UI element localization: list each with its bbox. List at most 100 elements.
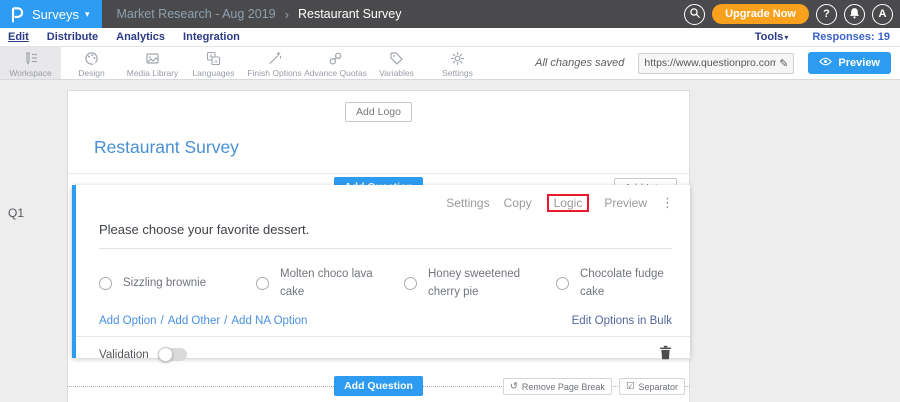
page-break-controls: ↺ Remove Page Break ☑ Separator: [503, 378, 685, 395]
tool-workspace[interactable]: Workspace: [0, 47, 61, 79]
responses-link[interactable]: Responses: 19: [812, 31, 890, 43]
option-links-row: Add Option / Add Other / Add NA Option Edit …: [99, 315, 672, 327]
add-option-links: Add Option / Add Other / Add NA Option: [99, 315, 307, 327]
questionpro-logo-icon: [9, 6, 24, 23]
add-logo-button[interactable]: Add Logo: [345, 102, 412, 122]
chevron-down-icon: ▾: [784, 33, 788, 42]
page-break-row: Add Question ↺ Remove Page Break ☑ Separ…: [67, 376, 690, 396]
gear-icon: [449, 50, 466, 67]
notifications-button[interactable]: [844, 4, 865, 25]
answer-option: Honey sweetened cherry pie: [404, 266, 556, 302]
search-icon: [689, 7, 701, 22]
toggle-knob: [158, 347, 173, 362]
tab-analytics[interactable]: Analytics: [116, 31, 165, 43]
checkbox-checked-icon: ☑: [626, 381, 635, 392]
breadcrumb-separator: ›: [285, 7, 289, 22]
survey-url-input[interactable]: [644, 57, 776, 69]
tab-distribute[interactable]: Distribute: [47, 31, 98, 43]
question-copy-button[interactable]: Copy: [504, 196, 532, 210]
upgrade-now-button[interactable]: Upgrade Now: [712, 4, 809, 24]
validation-label: Validation: [99, 349, 149, 361]
radio-button[interactable]: [404, 277, 417, 290]
link-separator: /: [224, 315, 227, 327]
radio-button[interactable]: [99, 277, 112, 290]
add-other-link[interactable]: Add Other: [168, 315, 220, 327]
tool-variables[interactable]: Variables: [366, 47, 427, 79]
tools-menu[interactable]: Tools ▾: [755, 31, 789, 43]
radio-button[interactable]: [556, 277, 569, 290]
answer-option: Sizzling brownie: [99, 266, 256, 302]
eye-icon: [819, 57, 832, 69]
avatar[interactable]: A: [872, 4, 893, 25]
tool-advance-quotas[interactable]: Advance Quotas: [305, 47, 366, 79]
tool-label: Finish Options: [247, 68, 301, 78]
add-question-button-bottom[interactable]: Add Question: [334, 376, 423, 396]
builder-toolbar: Workspace Design Media Library: [0, 47, 900, 80]
option-label[interactable]: Molten choco lava cake: [280, 266, 380, 302]
edit-url-pencil-icon[interactable]: ✎: [779, 57, 788, 70]
question-text-field: Please choose your favorite dessert.: [99, 221, 672, 249]
remove-page-break-button[interactable]: ↺ Remove Page Break: [503, 378, 612, 395]
add-option-link[interactable]: Add Option: [99, 315, 157, 327]
edit-options-in-bulk-link[interactable]: Edit Options in Bulk: [572, 315, 672, 327]
answer-option: Molten choco lava cake: [256, 266, 404, 302]
question-preview-button[interactable]: Preview: [604, 196, 647, 210]
magic-wand-icon: [266, 50, 283, 67]
translate-icon: A a: [205, 50, 222, 67]
breadcrumb: Market Research - Aug 2019 › Restaurant …: [117, 7, 402, 22]
tab-integration[interactable]: Integration: [183, 31, 240, 43]
tool-design[interactable]: Design: [61, 47, 122, 79]
topbar-actions: Upgrade Now ? A: [684, 4, 900, 25]
tool-label: Media Library: [127, 68, 179, 78]
option-label[interactable]: Sizzling brownie: [123, 275, 206, 293]
tools-label: Tools: [755, 31, 784, 43]
answer-options: Sizzling brownie Molten choco lava cake …: [99, 266, 690, 302]
survey-title[interactable]: Restaurant Survey: [94, 137, 689, 158]
question-logic-button[interactable]: Logic: [547, 194, 590, 212]
survey-url-box: ✎: [638, 53, 794, 74]
tool-label: Advance Quotas: [304, 68, 367, 78]
trash-icon: [659, 345, 672, 365]
surveys-app-menu[interactable]: Surveys ▾: [0, 0, 102, 28]
svg-text:A: A: [209, 54, 213, 60]
tool-label: Design: [78, 68, 104, 78]
question-card: Settings Copy Logic Preview ⋮ Please cho…: [72, 185, 690, 358]
bell-icon: [849, 7, 860, 22]
separator-toggle-button[interactable]: ☑ Separator: [619, 378, 685, 395]
quota-links-icon: [327, 50, 344, 67]
preview-button[interactable]: Preview: [808, 52, 891, 74]
question-settings-button[interactable]: Settings: [446, 196, 489, 210]
help-button[interactable]: ?: [816, 4, 837, 25]
tool-settings[interactable]: Settings: [427, 47, 488, 79]
tag-icon: [388, 50, 405, 67]
delete-question-button[interactable]: [659, 345, 672, 365]
tool-label: Workspace: [9, 68, 51, 78]
preview-label: Preview: [838, 57, 880, 69]
palette-icon: [83, 50, 100, 67]
page-break-icon: ↺: [510, 381, 518, 392]
top-bar: Surveys ▾ Market Research - Aug 2019 › R…: [0, 0, 900, 28]
question-text[interactable]: Please choose your favorite dessert.: [99, 222, 309, 237]
breadcrumb-current: Restaurant Survey: [298, 7, 402, 21]
breadcrumb-parent-link[interactable]: Market Research - Aug 2019: [117, 7, 276, 21]
link-separator: /: [161, 315, 164, 327]
kebab-menu-icon[interactable]: ⋮: [661, 195, 674, 211]
validation-toggle[interactable]: [159, 348, 187, 361]
save-status: All changes saved: [535, 57, 624, 69]
tool-languages[interactable]: A a Languages: [183, 47, 244, 79]
radio-button[interactable]: [256, 277, 269, 290]
tool-media-library[interactable]: Media Library: [122, 47, 183, 79]
app-menu-label: Surveys: [32, 7, 79, 22]
option-label[interactable]: Chocolate fudge cake: [580, 266, 680, 302]
chevron-down-icon: ▾: [85, 9, 90, 20]
add-na-option-link[interactable]: Add NA Option: [231, 315, 307, 327]
validation-row: Validation: [76, 336, 690, 365]
toolbar-right: All changes saved ✎ Preview: [535, 47, 900, 79]
search-button[interactable]: [684, 4, 705, 25]
tool-finish-options[interactable]: Finish Options: [244, 47, 305, 79]
question-number-label: Q1: [8, 206, 24, 220]
tab-edit[interactable]: Edit: [8, 31, 29, 43]
question-menu: Settings Copy Logic Preview ⋮: [446, 194, 674, 212]
option-label[interactable]: Honey sweetened cherry pie: [428, 266, 528, 302]
tool-label: Settings: [442, 68, 473, 78]
